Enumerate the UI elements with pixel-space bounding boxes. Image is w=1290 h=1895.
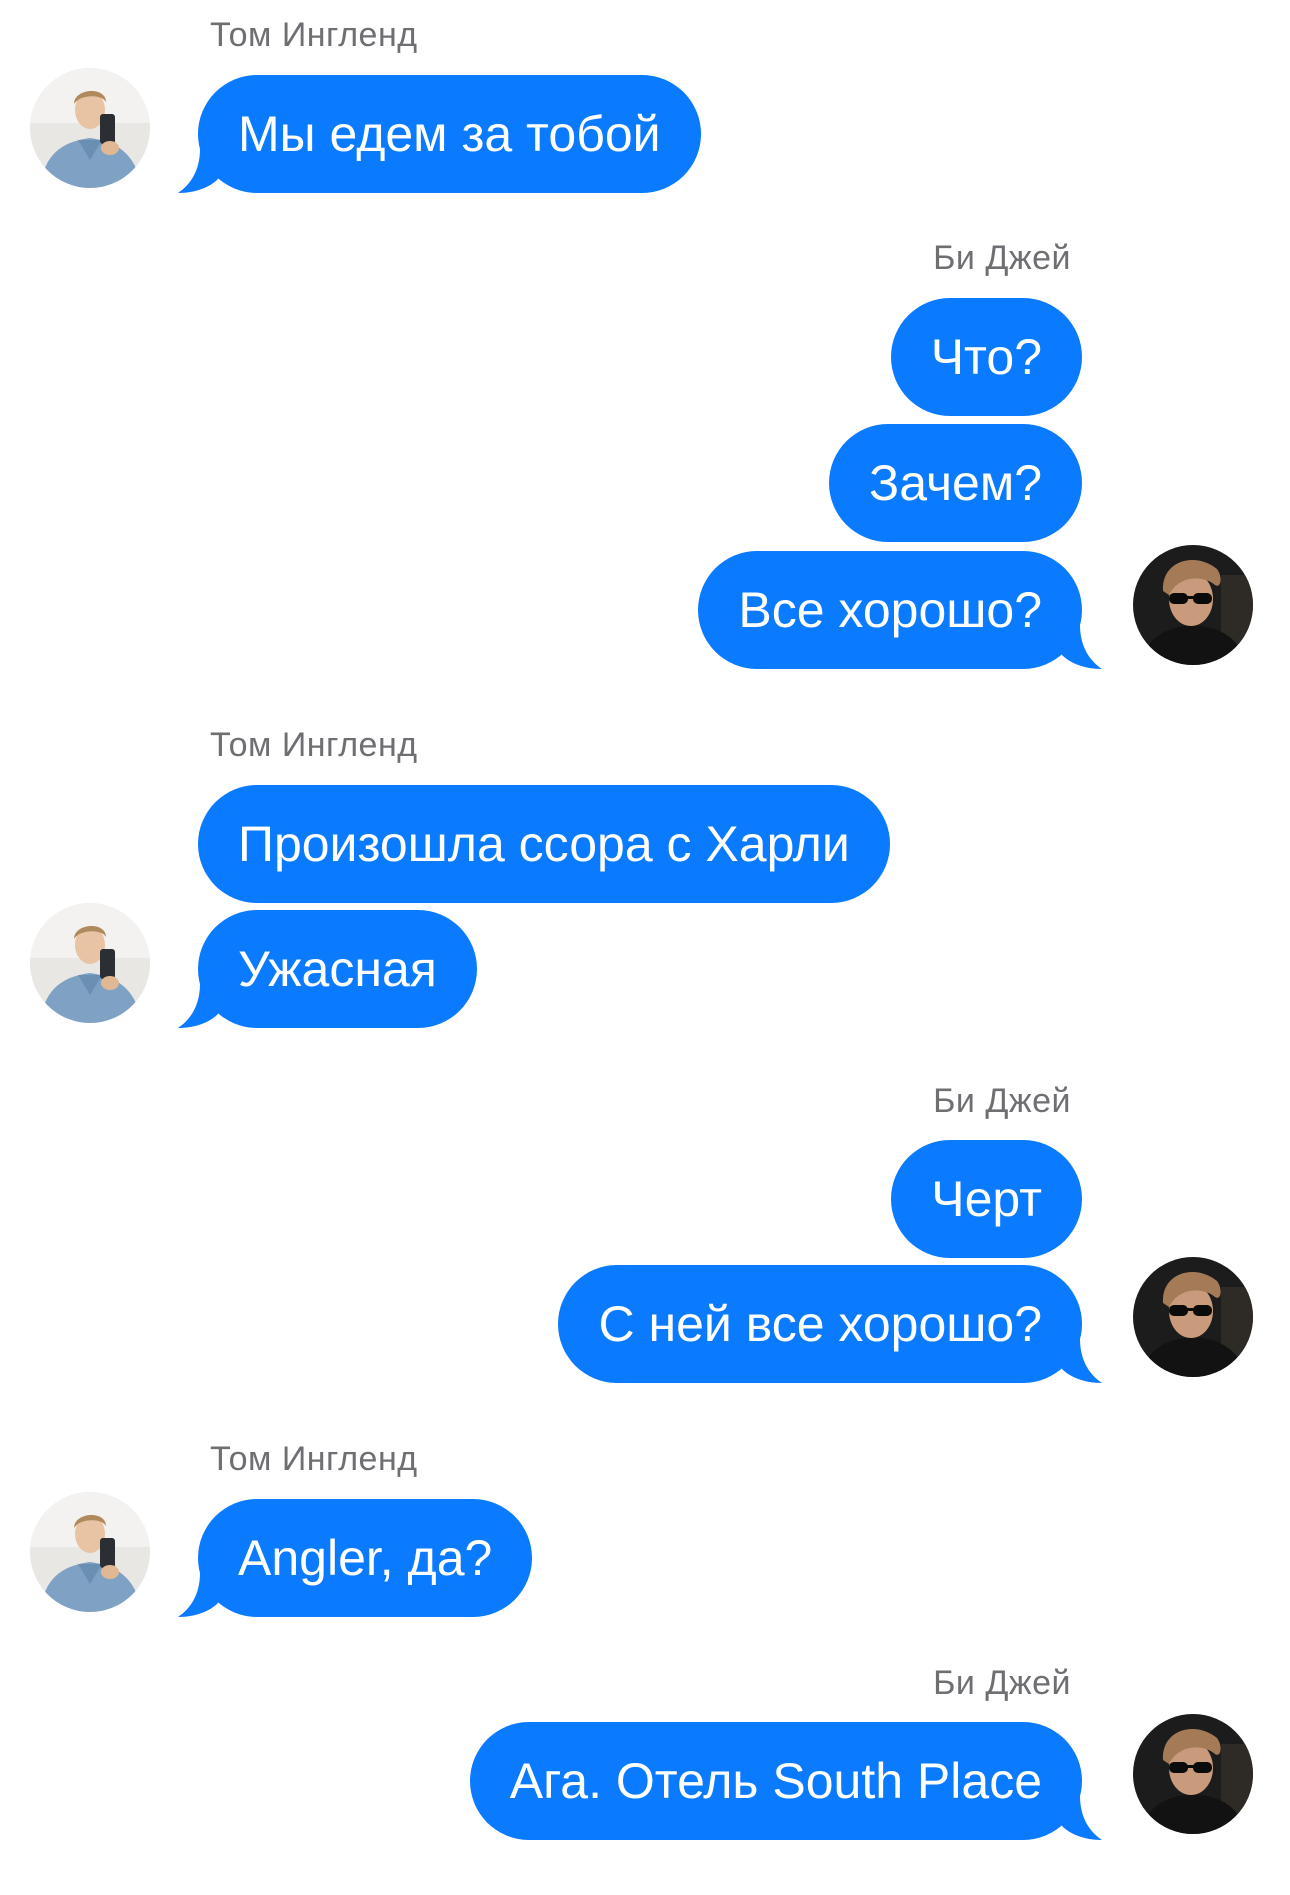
sender-name: Би Джей [933, 1082, 1071, 1120]
message-bubble[interactable]: Ага. Отель South Place [469, 1722, 1102, 1840]
message-text: Angler, да? [238, 1530, 493, 1586]
message-text: Зачем? [869, 455, 1042, 511]
sender-name: Би Джей [933, 1664, 1071, 1702]
message-text: Все хорошо? [738, 582, 1042, 638]
bubble-tail [178, 149, 218, 193]
bubble-tail [178, 984, 218, 1028]
sender-name: Том Ингленд [210, 16, 418, 54]
sender-name: Би Джей [933, 239, 1071, 277]
message-text: Ага. Отель South Place [509, 1753, 1042, 1809]
message-bubble[interactable]: С ней все хорошо? [558, 1265, 1102, 1383]
sender-name: Том Ингленд [210, 726, 418, 764]
message-text: Произошла ссора с Харли [238, 816, 850, 872]
message-text: Мы едем за тобой [238, 106, 661, 162]
avatar-bj[interactable] [1133, 1257, 1253, 1377]
bubble-tail [1062, 1796, 1102, 1840]
bubble-tail [1062, 1339, 1102, 1383]
bubble-tail [178, 1573, 218, 1617]
message-bubble[interactable]: Что? [890, 298, 1082, 416]
message-bubble[interactable]: Мы едем за тобой [178, 75, 701, 193]
avatar-tom[interactable] [30, 68, 150, 188]
message-bubble[interactable]: Черт [891, 1140, 1082, 1258]
bubble-tail [1062, 625, 1102, 669]
message-text: С ней все хорошо? [598, 1296, 1042, 1352]
message-text: Ужасная [238, 941, 437, 997]
message-bubble[interactable]: Зачем? [829, 424, 1082, 542]
message-bubble[interactable]: Произошла ссора с Харли [198, 785, 890, 903]
avatar-bj[interactable] [1133, 545, 1253, 665]
avatar-tom[interactable] [30, 1492, 150, 1612]
message-text: Черт [931, 1171, 1042, 1227]
avatar-bj[interactable] [1133, 1714, 1253, 1834]
message-bubble[interactable]: Все хорошо? [698, 551, 1102, 669]
sender-name: Том Ингленд [210, 1440, 418, 1478]
message-text: Что? [930, 329, 1042, 385]
avatar-tom[interactable] [30, 903, 150, 1023]
message-bubble[interactable]: Angler, да? [178, 1499, 533, 1617]
message-bubble[interactable]: Ужасная [178, 910, 477, 1028]
